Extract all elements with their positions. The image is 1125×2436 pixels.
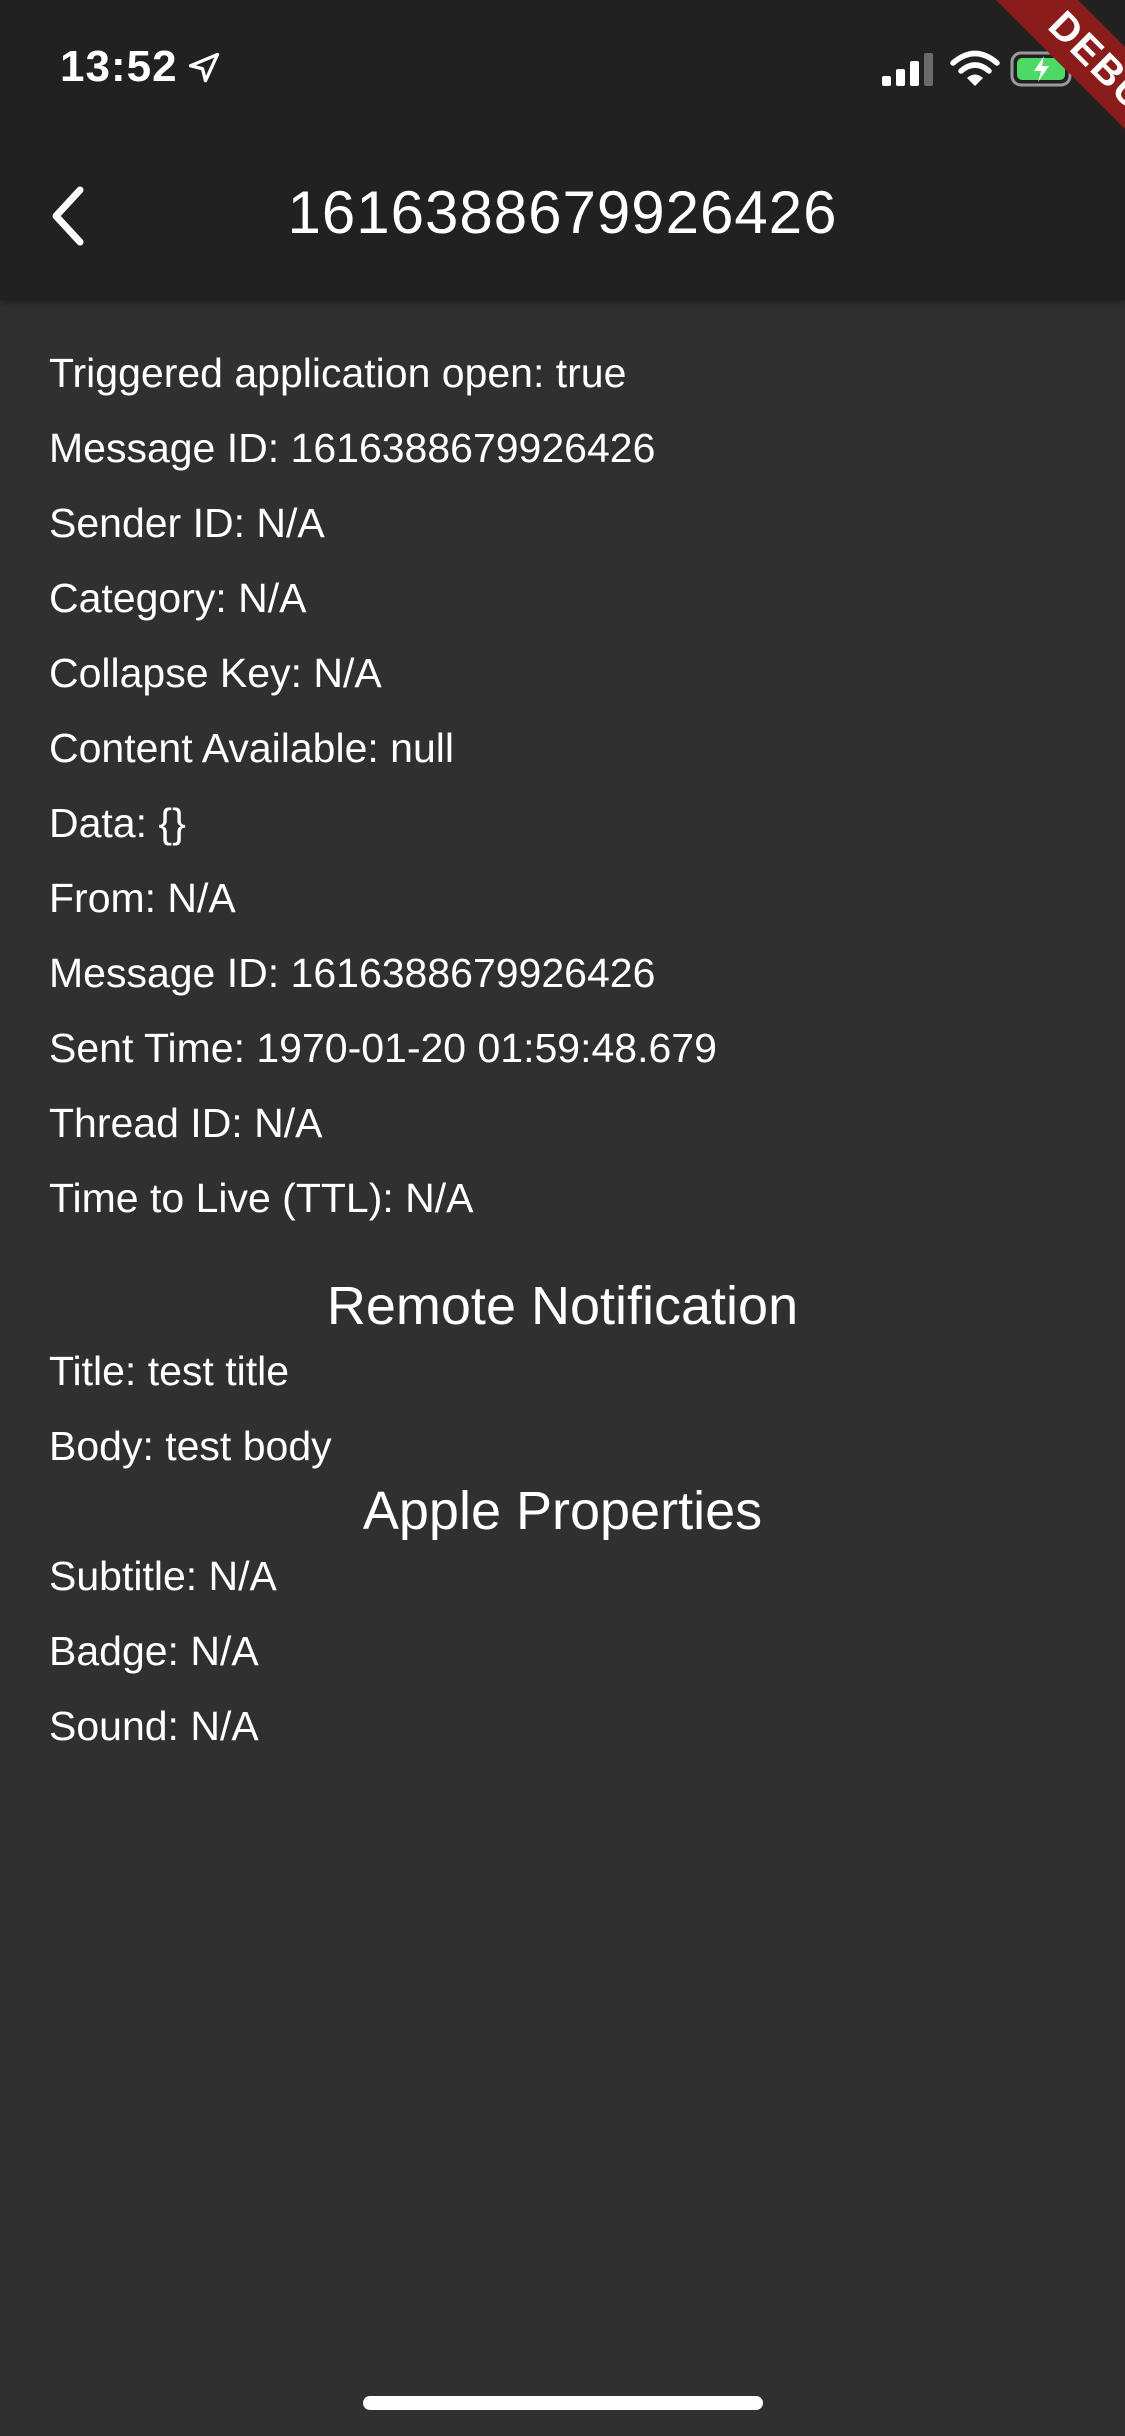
detail-thread-id: Thread ID: N/A — [49, 1100, 323, 1146]
detail-collapse-key: Collapse Key: N/A — [49, 650, 382, 696]
detail-ttl: Time to Live (TTL): N/A — [49, 1175, 474, 1221]
notification-body: Body: test body — [49, 1423, 332, 1469]
back-button[interactable] — [28, 176, 108, 256]
detail-data: Data: {} — [49, 800, 186, 846]
apple-properties-heading: Apple Properties — [362, 1481, 763, 1541]
detail-message-id-2: Message ID: 1616388679926426 — [49, 950, 656, 996]
wifi-icon — [950, 50, 1000, 86]
app-bar: 13:52 DEBUG 1616388679926426 — [0, 0, 1125, 300]
notification-title: Title: test title — [49, 1348, 289, 1394]
chevron-left-icon — [52, 186, 84, 246]
apple-sound: Sound: N/A — [49, 1703, 259, 1749]
detail-triggered-open: Triggered application open: true — [49, 350, 627, 396]
detail-message-id: Message ID: 1616388679926426 — [49, 425, 656, 471]
detail-sent-time: Sent Time: 1970-01-20 01:59:48.679 — [49, 1025, 717, 1071]
message-detail-screen: 13:52 DEBUG 1616388679926426 Triggered a… — [0, 0, 1125, 2436]
home-indicator[interactable] — [363, 2396, 763, 2410]
location-arrow-icon — [188, 52, 220, 83]
status-time: 13:52 — [60, 42, 178, 91]
detail-content-available: Content Available: null — [49, 725, 454, 771]
debug-banner: DEBUG — [983, 0, 1125, 200]
apple-badge: Badge: N/A — [49, 1628, 259, 1674]
apple-subtitle: Subtitle: N/A — [49, 1553, 277, 1599]
message-details: Triggered application open: true Message… — [49, 342, 1079, 1770]
detail-sender-id: Sender ID: N/A — [49, 500, 325, 546]
page-title: 1616388679926426 — [287, 179, 838, 246]
detail-from: From: N/A — [49, 875, 236, 921]
detail-category: Category: N/A — [49, 575, 307, 621]
remote-notification-heading: Remote Notification — [326, 1276, 799, 1336]
cellular-signal-icon — [882, 53, 933, 86]
